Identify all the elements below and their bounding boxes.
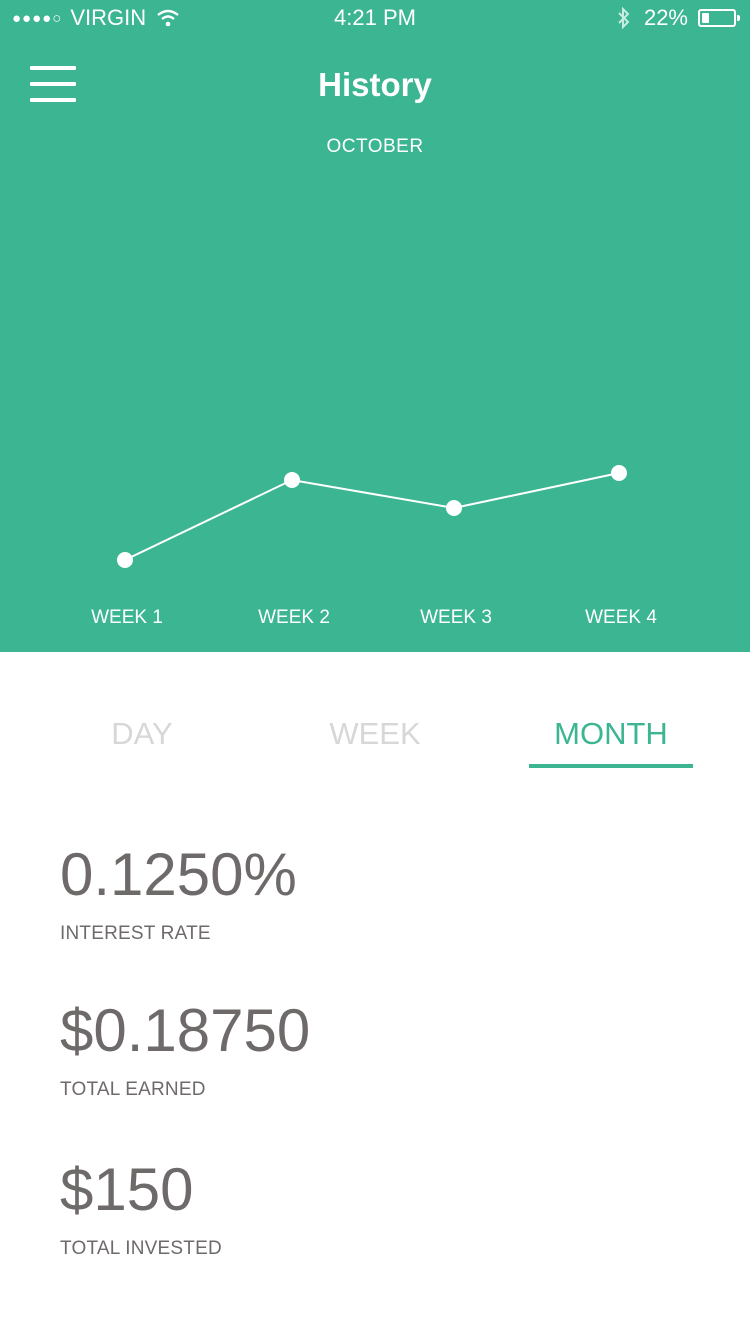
stat-label: INTEREST RATE: [60, 923, 211, 944]
x-tick-label: WEEK 2: [258, 607, 330, 628]
data-point-3[interactable]: [446, 500, 462, 516]
bluetooth-icon: [618, 6, 630, 30]
header-panel: ●●●●○ VIRGIN 4:21 PM 22% History OCTOBER: [0, 0, 750, 652]
series-line: [124, 472, 620, 561]
stat-value: 0.1250%: [60, 841, 297, 908]
period-tabs: DAY WEEK MONTH: [0, 712, 750, 772]
stat-label: TOTAL EARNED: [60, 1079, 206, 1100]
status-bar: ●●●●○ VIRGIN 4:21 PM 22%: [0, 0, 750, 36]
page-title: History: [318, 66, 432, 103]
period-label: OCTOBER: [326, 136, 424, 157]
stat-value: $0.18750: [60, 997, 311, 1064]
battery-tip: [737, 15, 740, 21]
stat-label: TOTAL INVESTED: [60, 1238, 222, 1259]
stat-total-invested: $150 TOTAL INVESTED: [60, 1160, 222, 1260]
status-right: 22%: [616, 5, 740, 31]
data-point-4[interactable]: [611, 465, 627, 481]
tab-month[interactable]: MONTH: [529, 712, 693, 768]
tab-day[interactable]: DAY: [60, 712, 224, 768]
x-tick-label: WEEK 3: [420, 607, 492, 628]
x-tick-label: WEEK 1: [91, 607, 163, 628]
stat-interest-rate: 0.1250% INTEREST RATE: [60, 845, 297, 945]
history-line-chart: WEEK 1 WEEK 2 WEEK 3 WEEK 4: [91, 465, 657, 628]
battery-fill: [702, 13, 709, 23]
data-point-1[interactable]: [117, 552, 133, 568]
stat-value: $150: [60, 1156, 194, 1223]
battery-icon: [698, 9, 740, 27]
x-tick-label: WEEK 4: [585, 607, 657, 628]
active-tab-indicator: [529, 764, 693, 768]
tab-week[interactable]: WEEK: [293, 712, 457, 768]
battery-percent: 22%: [643, 5, 688, 30]
data-point-2[interactable]: [284, 472, 300, 488]
stat-total-earned: $0.18750 TOTAL EARNED: [60, 1001, 310, 1101]
